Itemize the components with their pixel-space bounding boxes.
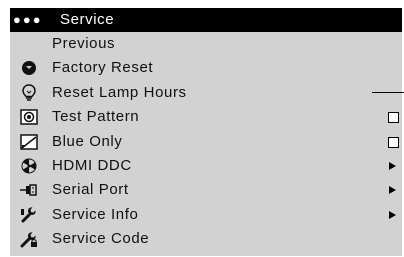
menu-item-test-pattern[interactable]: Test Pattern xyxy=(10,105,402,129)
ellipsis-icon: ●●● xyxy=(13,12,43,27)
menu-item-label: Serial Port xyxy=(52,181,129,199)
menu-item-label: Previous xyxy=(52,35,116,52)
hdmi-ddc-icon xyxy=(20,157,38,175)
submenu-arrow-icon xyxy=(389,186,396,195)
service-code-icon xyxy=(20,230,38,248)
menu-title-bar: ●●● Service xyxy=(10,8,402,32)
menu-item-service-info[interactable]: Service Info xyxy=(10,203,402,227)
menu-item-label: Reset Lamp Hours xyxy=(52,83,187,101)
blue-only-checkbox[interactable] xyxy=(388,136,399,148)
test-pattern-icon xyxy=(20,108,38,126)
menu-item-label: Service Code xyxy=(52,230,150,248)
lamp-icon xyxy=(20,84,38,102)
menu-item-factory-reset[interactable]: Factory Reset xyxy=(10,56,402,80)
service-menu: ●●● Service Previous Factory Reset Reset… xyxy=(10,8,404,256)
serial-port-icon xyxy=(20,181,38,199)
test-pattern-checkbox[interactable] xyxy=(388,112,399,124)
menu-item-previous[interactable]: Previous xyxy=(10,32,402,56)
menu-item-label: HDMI DDC xyxy=(52,156,132,174)
menu-item-reset-lamp-hours[interactable]: Reset Lamp Hours xyxy=(10,81,404,105)
menu-item-serial-port[interactable]: Serial Port xyxy=(10,178,402,202)
menu-title: Service xyxy=(60,11,115,28)
menu-item-label: Test Pattern xyxy=(52,108,140,126)
separator-line xyxy=(372,91,404,93)
blue-only-icon xyxy=(20,133,38,151)
menu-item-label: Service Info xyxy=(52,205,139,223)
menu-item-blue-only[interactable]: Blue Only xyxy=(10,130,402,154)
submenu-arrow-icon xyxy=(389,210,396,219)
menu-item-service-code[interactable]: Service Code xyxy=(10,227,402,251)
menu-item-label: Blue Only xyxy=(52,132,123,150)
menu-item-hdmi-ddc[interactable]: HDMI DDC xyxy=(10,154,402,178)
menu-item-label: Factory Reset xyxy=(52,59,154,77)
wrench-icon xyxy=(20,206,38,224)
submenu-arrow-icon xyxy=(389,161,396,170)
factory-reset-icon xyxy=(20,59,38,77)
